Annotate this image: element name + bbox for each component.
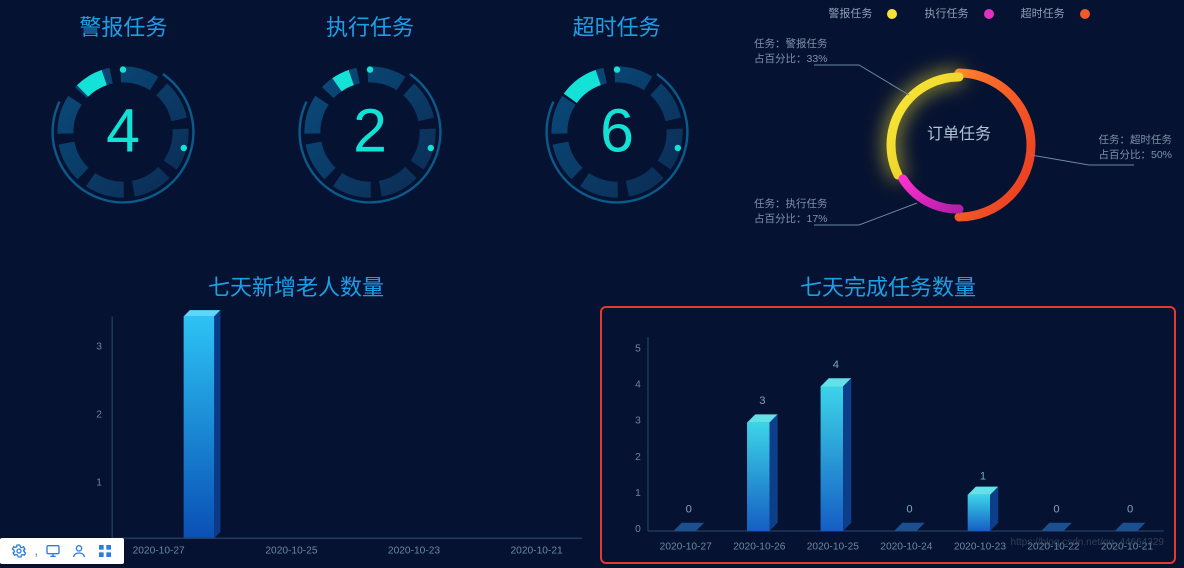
left-bar-side — [214, 310, 220, 538]
pie-callout-exec-l1: 任务：执行任务 — [754, 197, 828, 212]
rb4: 1 — [980, 470, 986, 482]
gauge-timeout-ring: 6 — [537, 52, 697, 212]
rb1: 3 — [759, 395, 765, 407]
gauge-alarm-title: 警报任务 — [13, 10, 233, 42]
right-chart-title: 七天完成任务数量 — [592, 270, 1184, 302]
toolbar-person-icon[interactable] — [68, 540, 90, 562]
pie-callout-alarm: 任务：警报任务 占百分比：33% — [754, 37, 828, 66]
ly-tick-2: 2 — [96, 409, 102, 420]
watermark: https://blog.csdn.net/qq_44664329 — [1011, 537, 1164, 548]
rb0: 0 — [686, 503, 692, 515]
rx4: 2020-10-23 — [954, 542, 1006, 553]
charts-row: 七天新增老人数量 3 2 — [0, 260, 1184, 568]
ry-5: 5 — [635, 343, 641, 354]
gauge-exec-ring: 2 — [290, 52, 450, 212]
rx3: 2020-10-24 — [880, 542, 932, 553]
rb2: 4 — [833, 359, 839, 371]
ry-2: 2 — [635, 452, 641, 463]
right-chart-panel: 七天完成任务数量 5 4 3 2 1 — [592, 260, 1184, 568]
pie-slice-exec — [903, 179, 959, 209]
legend-exec-dot — [984, 9, 994, 19]
pie-callout-alarm-l1: 任务：警报任务 — [754, 37, 828, 52]
gauge-exec-value: 2 — [353, 96, 387, 164]
left-chart-title: 七天新增老人数量 — [0, 270, 592, 302]
lx-0: 2020-10-27 — [133, 546, 185, 557]
gauge-alarm: 警报任务 4 — [13, 10, 233, 250]
lx-1: 2020-10-25 — [265, 546, 317, 557]
legend-timeout-dot — [1080, 9, 1090, 19]
legend-exec-label: 执行任务 — [924, 8, 968, 20]
rb5: 0 — [1053, 503, 1059, 515]
gauges-row: 警报任务 4 执行任务 — [0, 10, 740, 250]
left-bar-top — [184, 310, 221, 316]
legend-alarm-dot — [887, 9, 897, 19]
left-bar — [184, 316, 215, 538]
pie-legend: 警报任务 执行任务 超时任务 — [744, 5, 1174, 21]
left-chart-svg: 3 2 1 2020-10-27 2020-10-25 2020-10-23 2… — [10, 306, 582, 564]
ry-3: 3 — [635, 416, 641, 427]
legend-exec: 执行任务 — [918, 8, 999, 20]
legend-timeout-label: 超时任务 — [1021, 8, 1065, 20]
gauge-timeout-title: 超时任务 — [507, 10, 727, 42]
gauge-exec-title: 执行任务 — [260, 10, 480, 42]
pie-callout-alarm-l2: 占百分比：33% — [754, 52, 828, 67]
gauge-alarm-ring: 4 — [43, 52, 203, 212]
legend-timeout: 超时任务 — [1015, 8, 1096, 20]
pie-slice-timeout — [959, 73, 1031, 217]
ry-4: 4 — [635, 379, 641, 390]
left-chart-panel: 七天新增老人数量 3 2 — [0, 260, 592, 568]
rx0: 2020-10-27 — [660, 542, 712, 553]
bottom-toolbar: , — [0, 538, 124, 564]
rx1: 2020-10-26 — [733, 542, 785, 553]
pie-callout-exec-l2: 占百分比：17% — [754, 212, 828, 227]
toolbar-sep: , — [34, 542, 38, 560]
pie-callout-timeout: 任务：超时任务 占百分比：50% — [1098, 133, 1172, 162]
pie-callout-timeout-l2: 占百分比：50% — [1098, 148, 1172, 163]
ly-tick-1: 1 — [96, 478, 102, 489]
right-chart-svg: 5 4 3 2 1 0 0 — [602, 306, 1174, 564]
left-chart-area: 3 2 1 2020-10-27 2020-10-25 2020-10-23 2… — [10, 306, 582, 564]
right-chart-area: 5 4 3 2 1 0 0 — [602, 306, 1174, 564]
gauge-exec: 执行任务 2 — [260, 10, 480, 250]
pie-chart: 警报任务 执行任务 超时任务 — [744, 5, 1174, 255]
ry-1: 1 — [635, 488, 641, 499]
lx-2: 2020-10-23 — [388, 546, 440, 557]
rx2: 2020-10-25 — [807, 542, 859, 553]
right-bars: 0 3 4 — [674, 359, 1146, 531]
legend-alarm: 警报任务 — [822, 8, 903, 20]
lx-3: 2020-10-21 — [511, 546, 563, 557]
legend-alarm-label: 警报任务 — [828, 8, 872, 20]
ry-0: 0 — [635, 524, 641, 535]
rb6: 0 — [1127, 503, 1133, 515]
ly-tick-3: 3 — [96, 341, 102, 352]
gauge-timeout-value: 6 — [600, 96, 634, 164]
toolbar-monitor-icon[interactable] — [42, 540, 64, 562]
pie-callout-exec: 任务：执行任务 占百分比：17% — [754, 197, 828, 226]
dashboard-root: 警报任务 4 执行任务 — [0, 0, 1184, 568]
gauge-alarm-value: 4 — [106, 96, 140, 164]
gauge-timeout: 超时任务 6 — [507, 10, 727, 250]
pie-callout-timeout-l1: 任务：超时任务 — [1098, 133, 1172, 148]
toolbar-grid-icon[interactable] — [94, 540, 116, 562]
rb3: 0 — [906, 503, 912, 515]
toolbar-gear-icon[interactable] — [8, 540, 30, 562]
